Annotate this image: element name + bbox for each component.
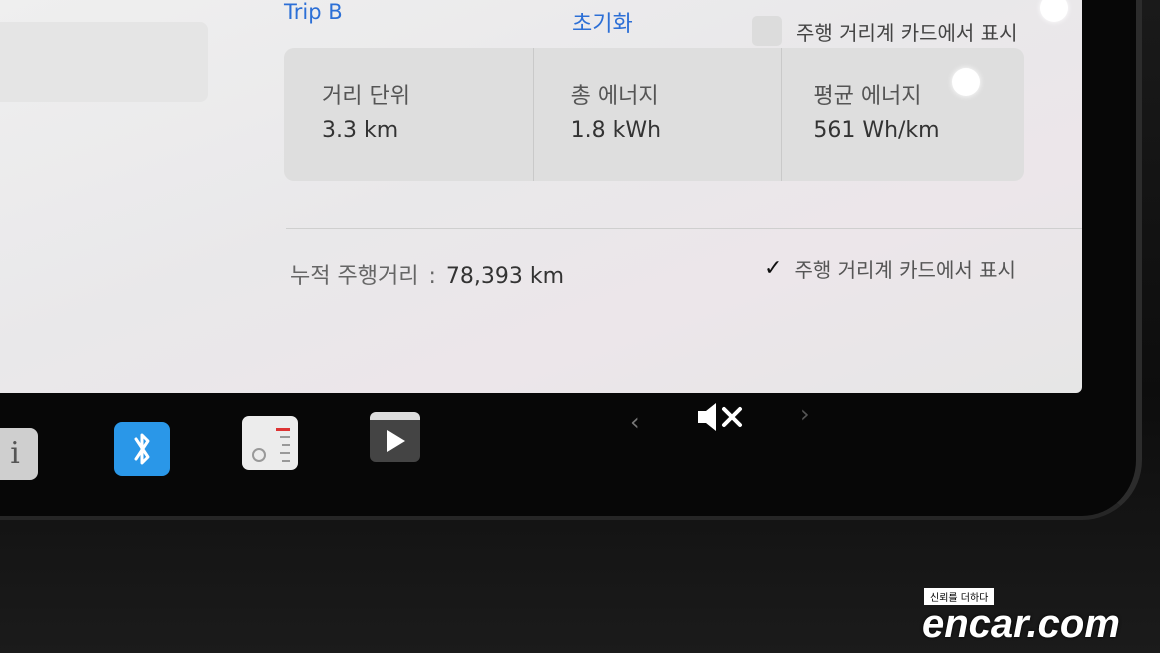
stat-value: 561 Wh/km bbox=[813, 118, 940, 143]
bluetooth-glyph bbox=[134, 433, 150, 465]
stat-value: 1.8 kWh bbox=[570, 118, 662, 143]
dashcam-icon[interactable] bbox=[242, 416, 298, 470]
trip-show-on-card-checkbox[interactable] bbox=[752, 16, 782, 46]
section-divider bbox=[286, 228, 1082, 229]
trip-show-on-card-label: 주행 거리계 카드에서 표시 bbox=[796, 20, 1018, 45]
bluetooth-icon[interactable] bbox=[114, 422, 170, 476]
reset-trip-button[interactable]: 초기화 bbox=[572, 6, 633, 38]
odometer-label: 누적 주행거리 bbox=[290, 264, 419, 289]
trip-title: Trip B bbox=[284, 0, 343, 24]
trip-show-on-card-option[interactable]: 주행 거리계 카드에서 표시 bbox=[752, 16, 1017, 46]
checkmark-icon[interactable]: ✓ bbox=[764, 256, 782, 281]
play-icon bbox=[387, 430, 405, 452]
left-panel-item[interactable] bbox=[0, 22, 208, 102]
stat-label: 평균 에너지 bbox=[813, 84, 922, 109]
watermark: 신뢰를 더하다 encar.com bbox=[922, 586, 1154, 646]
stat-distance: 거리 단위 3.3 km bbox=[284, 48, 533, 181]
theater-icon[interactable] bbox=[370, 412, 420, 462]
glare-spot bbox=[1040, 0, 1068, 22]
volume-next-chevron-icon[interactable]: › bbox=[800, 400, 810, 428]
odometer-separator: : bbox=[428, 264, 436, 289]
glare-spot bbox=[952, 68, 980, 96]
stat-label: 총 에너지 bbox=[570, 84, 659, 109]
stat-total-energy: 총 에너지 1.8 kWh bbox=[532, 48, 782, 181]
odometer-row: 누적 주행거리 : 78,393 km bbox=[290, 258, 564, 290]
volume-muted-icon[interactable] bbox=[696, 400, 746, 441]
volume-prev-chevron-icon[interactable]: ‹ bbox=[630, 408, 640, 436]
trip-stats-card: 거리 단위 3.3 km 총 에너지 1.8 kWh 평균 에너지 561 Wh… bbox=[284, 48, 1024, 181]
touchscreen: Trip B 초기화 주행 거리계 카드에서 표시 거리 단위 3.3 km 총… bbox=[0, 0, 1082, 393]
odometer-show-on-card-option[interactable]: ✓ 주행 거리계 카드에서 표시 bbox=[764, 254, 1016, 283]
stat-value: 3.3 km bbox=[322, 118, 399, 143]
stat-label: 거리 단위 bbox=[322, 84, 410, 109]
odometer-show-on-card-label: 주행 거리계 카드에서 표시 bbox=[794, 258, 1016, 282]
watermark-brand: encar.com bbox=[922, 602, 1120, 646]
stat-average-energy: 평균 에너지 561 Wh/km bbox=[781, 48, 1024, 181]
odometer-value: 78,393 km bbox=[445, 264, 565, 289]
info-icon[interactable]: i bbox=[0, 428, 38, 480]
